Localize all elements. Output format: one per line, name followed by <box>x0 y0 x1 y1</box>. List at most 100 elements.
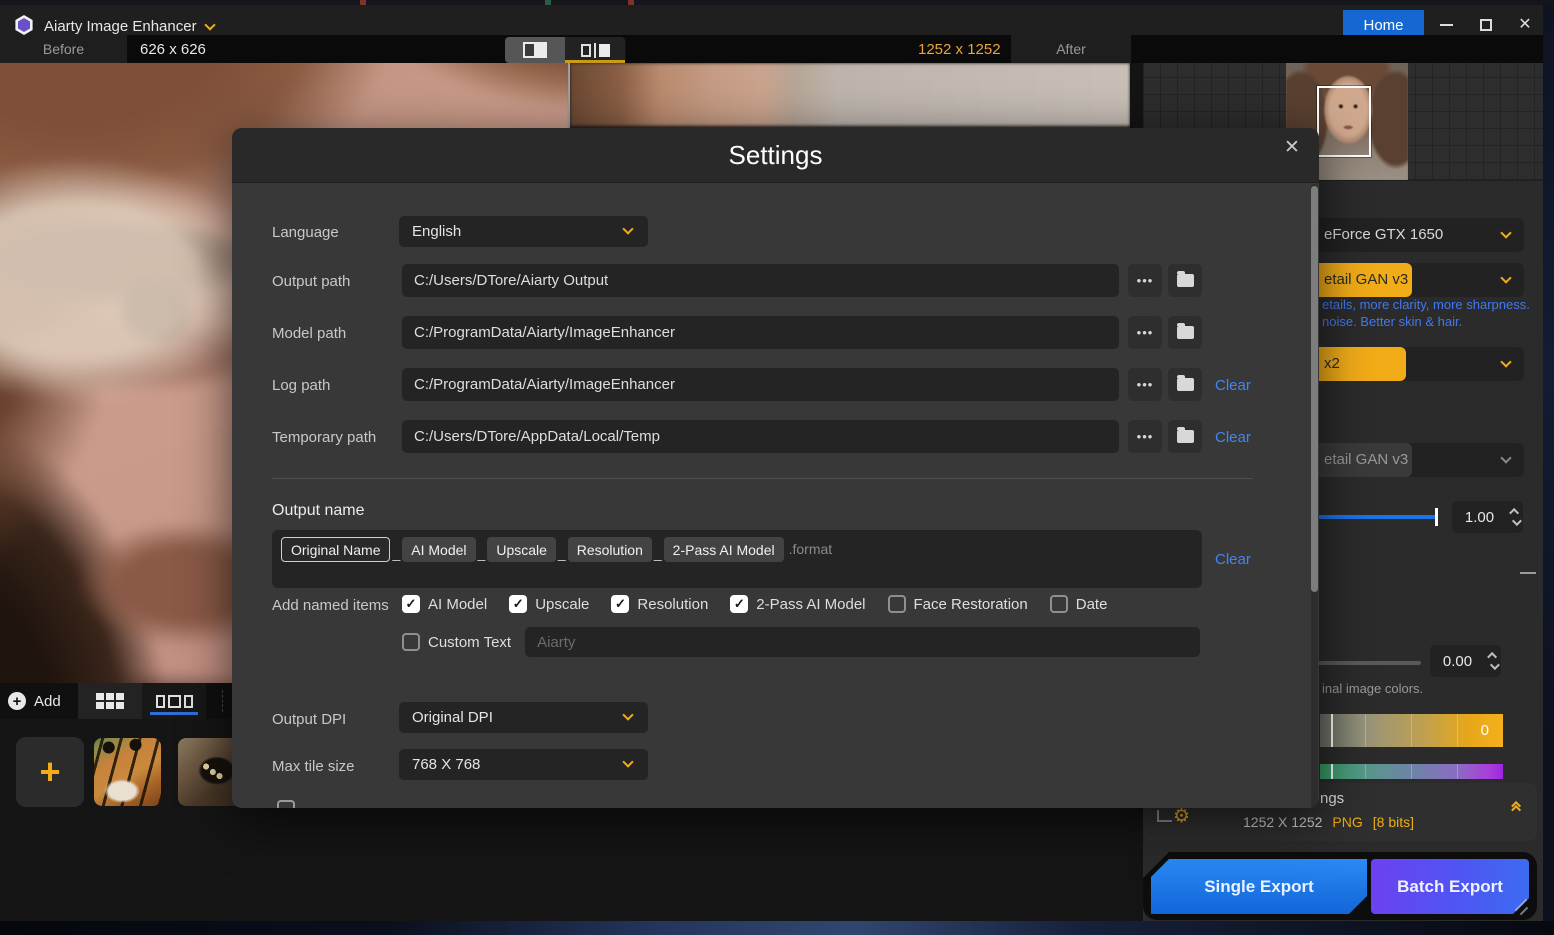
checkbox-item[interactable]: AI Model <box>402 595 487 613</box>
folder-icon <box>1177 430 1194 443</box>
close-icon[interactable]: ✕ <box>1277 132 1307 162</box>
grid-view-button[interactable] <box>78 683 142 719</box>
max-tile-select[interactable]: 768 X 768 <box>399 749 648 780</box>
custom-text-checkbox[interactable] <box>402 633 420 651</box>
add-image-tile[interactable]: + <box>16 737 84 807</box>
log-path-input[interactable] <box>402 368 1119 401</box>
settings-modal-header: Settings ✕ <box>232 128 1319 183</box>
modal-scrollbar-thumb[interactable] <box>1311 186 1318 592</box>
active-tab-underline <box>150 712 198 715</box>
custom-text-input[interactable] <box>525 627 1200 657</box>
color-adjust-spinner[interactable]: 0.00 <box>1430 645 1501 677</box>
add-images-button[interactable]: + Add <box>8 683 61 719</box>
browse-button[interactable]: ••• <box>1128 420 1162 453</box>
tag-separator: _ <box>558 545 566 561</box>
clear-output-name-link[interactable]: Clear <box>1215 551 1251 568</box>
single-view-button[interactable] <box>505 37 565 63</box>
output-name-template-box[interactable]: Original Name _ AI Model _ Upscale _ Res… <box>272 530 1202 588</box>
name-tag[interactable]: Original Name <box>281 537 390 562</box>
checkbox-label: Upscale <box>535 596 589 613</box>
temp-path-input[interactable] <box>402 420 1119 453</box>
checkbox-item[interactable]: Date <box>1050 595 1108 613</box>
app-logo-icon <box>14 15 34 35</box>
after-image <box>570 63 1130 126</box>
name-tag[interactable]: 2-Pass AI Model <box>664 537 784 562</box>
titlebar: Aiarty Image Enhancer Home ✕ <box>0 5 1543 35</box>
ai-model-checkbox[interactable] <box>402 595 420 613</box>
resize-grip[interactable] <box>1520 907 1528 915</box>
gradient-zero-label: 0 <box>1481 722 1489 739</box>
language-value: English <box>412 223 461 240</box>
settings-title: Settings <box>232 140 1319 171</box>
resolution-checkbox[interactable] <box>611 595 629 613</box>
output-path-input[interactable] <box>402 264 1119 297</box>
output-dpi-select[interactable]: Original DPI <box>399 702 648 733</box>
browse-button[interactable]: ••• <box>1128 264 1162 297</box>
checkbox-item[interactable]: Resolution <box>611 595 708 613</box>
custom-text-row: Custom Text <box>402 627 1194 657</box>
export-summary: 1252 X 1252 PNG [8 bits] <box>1243 814 1414 830</box>
two-pass-checkbox[interactable] <box>730 595 748 613</box>
face-restoration-checkbox[interactable] <box>888 595 906 613</box>
checkbox-label: Face Restoration <box>914 596 1028 613</box>
color-adjust-value: 0.00 <box>1430 653 1485 670</box>
name-tag[interactable]: AI Model <box>402 537 475 562</box>
model-path-input[interactable] <box>402 316 1119 349</box>
spinner-arrows[interactable] <box>1507 501 1523 533</box>
folder-icon <box>1177 326 1194 339</box>
view-mode-toggle <box>505 37 626 63</box>
double-chevron-up-icon[interactable] <box>1514 801 1521 812</box>
name-tag[interactable]: Resolution <box>568 537 652 562</box>
tab-after[interactable]: After <box>1011 35 1131 63</box>
app-window: Aiarty Image Enhancer Home ✕ Before 626 … <box>0 0 1554 935</box>
open-folder-button[interactable] <box>1168 420 1202 453</box>
keep-colors-note: inal image colors. <box>1322 681 1423 696</box>
ellipsis-icon: ••• <box>1137 429 1154 444</box>
tone-gradient-slider[interactable]: 0 <box>1320 714 1503 747</box>
strength-value: 1.00 <box>1452 509 1507 526</box>
batch-export-button[interactable]: Batch Export <box>1371 859 1529 914</box>
checkbox-item[interactable]: Face Restoration <box>888 595 1028 613</box>
gradient-marker[interactable] <box>1331 764 1333 779</box>
tab-before[interactable]: Before <box>0 35 127 63</box>
checkbox-item[interactable]: Upscale <box>509 595 589 613</box>
chevron-down-icon[interactable] <box>204 19 215 30</box>
clear-temp-link[interactable]: Clear <box>1215 429 1251 446</box>
open-folder-button[interactable] <box>1168 264 1202 297</box>
language-select[interactable]: English <box>399 216 648 247</box>
checkbox-item[interactable]: 2-Pass AI Model <box>730 595 865 613</box>
browse-button[interactable]: ••• <box>1128 368 1162 401</box>
output-dpi-value: Original DPI <box>412 709 493 726</box>
collapse-section-icon[interactable] <box>1520 572 1536 574</box>
chevron-down-icon <box>1500 272 1511 283</box>
hue-gradient-slider[interactable] <box>1320 764 1503 779</box>
single-export-button[interactable]: Single Export <box>1151 859 1367 914</box>
upscale-value: x2 <box>1324 355 1340 372</box>
folder-icon <box>1177 274 1194 287</box>
clear-log-link[interactable]: Clear <box>1215 377 1251 394</box>
gear-icon[interactable]: ⚙ <box>1173 807 1190 826</box>
strength-spinner[interactable]: 1.00 <box>1452 501 1523 533</box>
open-folder-button[interactable] <box>1168 316 1202 349</box>
export-resolution: 1252 X 1252 <box>1243 814 1322 830</box>
thumbnail-tiger[interactable] <box>94 738 161 806</box>
chevron-down-icon <box>1500 227 1511 238</box>
navigator-viewport-rect[interactable] <box>1317 86 1371 157</box>
checkbox-item[interactable]: Custom Text <box>402 633 511 651</box>
open-folder-button[interactable] <box>1168 368 1202 401</box>
split-view-button[interactable] <box>565 37 625 63</box>
chevron-down-icon <box>622 223 633 234</box>
date-checkbox[interactable] <box>1050 595 1068 613</box>
strength-slider-handle[interactable] <box>1435 508 1438 526</box>
upscale-checkbox[interactable] <box>509 595 527 613</box>
model-path-label: Model path <box>272 325 346 342</box>
ellipsis-icon: ••• <box>1137 273 1154 288</box>
output-dpi-label: Output DPI <box>272 711 346 728</box>
spinner-arrows[interactable] <box>1485 645 1501 677</box>
preview-toolbar: Before 626 x 626 1252 x 1252 After <box>0 35 1543 63</box>
name-tag[interactable]: Upscale <box>487 537 556 562</box>
language-label: Language <box>272 224 339 241</box>
gradient-marker[interactable] <box>1331 714 1333 747</box>
partially-visible-checkbox[interactable] <box>277 800 295 808</box>
browse-button[interactable]: ••• <box>1128 316 1162 349</box>
